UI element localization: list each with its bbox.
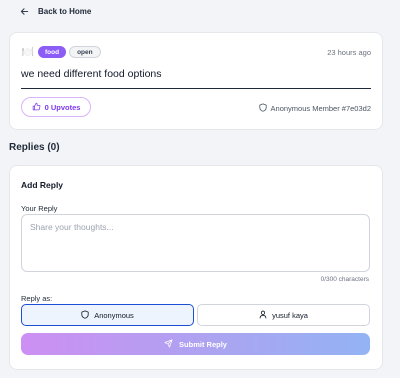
- status-badge: open: [69, 46, 101, 58]
- author-label: Anonymous Member #7e03d2: [270, 103, 371, 113]
- send-icon: [164, 339, 173, 350]
- back-to-home-link[interactable]: Back to Home: [20, 4, 91, 18]
- post-card: 🍽️ food open 23 hours ago we need differ…: [9, 32, 383, 130]
- post-timestamp: 23 hours ago: [327, 47, 371, 57]
- plate-cutlery-icon: 🍽️: [21, 46, 35, 58]
- upvote-count: 0 Upvotes: [44, 102, 81, 112]
- reply-textarea[interactable]: Share your thoughts...: [21, 214, 370, 272]
- user-option-label: yusuf kaya: [272, 310, 308, 320]
- replies-heading: Replies (0): [9, 142, 60, 153]
- reply-as-anonymous-option[interactable]: Anonymous: [21, 304, 194, 326]
- post-divider: [21, 88, 371, 89]
- upvote-button[interactable]: 0 Upvotes: [21, 97, 91, 117]
- post-author: Anonymous Member #7e03d2: [258, 102, 371, 114]
- arrow-left-icon: [20, 7, 29, 16]
- submit-reply-label: Submit Reply: [179, 339, 227, 349]
- submit-reply-button[interactable]: Submit Reply: [21, 333, 370, 355]
- thumbs-up-icon: [32, 102, 41, 113]
- character-count: 0/300 characters: [320, 276, 369, 283]
- category-badge: food: [38, 46, 67, 58]
- anonymous-option-label: Anonymous: [94, 310, 134, 320]
- shield-icon: [258, 102, 267, 114]
- post-meta-row: 🍽️ food open 23 hours ago: [21, 45, 371, 59]
- add-reply-title: Add Reply: [21, 180, 64, 190]
- post-title: we need different food options: [21, 68, 162, 80]
- add-reply-card: Add Reply Your Reply Share your thoughts…: [9, 165, 383, 370]
- your-reply-label: Your Reply: [21, 204, 58, 213]
- reply-as-label: Reply as:: [21, 294, 53, 303]
- shield-icon: [81, 310, 89, 321]
- back-to-home-label: Back to Home: [38, 6, 92, 16]
- reply-as-user-option[interactable]: yusuf kaya: [197, 304, 370, 326]
- user-icon: [259, 310, 267, 321]
